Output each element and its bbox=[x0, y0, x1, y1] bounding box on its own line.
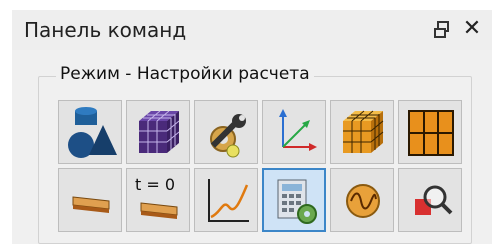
pin-icon[interactable] bbox=[432, 19, 454, 41]
coordinate-system-button[interactable] bbox=[262, 100, 326, 164]
sine-wave-icon bbox=[346, 184, 380, 218]
graph-curve-icon bbox=[208, 179, 249, 222]
geometry-shapes-icon bbox=[68, 107, 117, 158]
close-icon[interactable]: ✕ bbox=[460, 16, 484, 42]
panel-title: Панель команд bbox=[24, 18, 187, 42]
hex-mesh-button[interactable] bbox=[330, 100, 394, 164]
calculator-gear-icon bbox=[277, 179, 317, 224]
zoom-inspect-button[interactable] bbox=[398, 168, 462, 232]
calculation-settings-button[interactable] bbox=[262, 168, 326, 232]
group-label: Режим - Настройки расчета bbox=[56, 64, 314, 84]
graph-button[interactable] bbox=[194, 168, 258, 232]
mesh-cube-button[interactable] bbox=[126, 100, 190, 164]
purple-mesh-cube-icon bbox=[139, 110, 180, 153]
geometry-button[interactable] bbox=[58, 100, 122, 164]
orange-mesh-cube-icon bbox=[343, 110, 384, 153]
beam-t0-icon bbox=[140, 202, 178, 219]
tools-settings-button[interactable] bbox=[194, 100, 258, 164]
orange-grid-icon bbox=[408, 110, 454, 156]
panel-title-bar: Панель команд ✕ bbox=[12, 10, 492, 50]
signal-button[interactable] bbox=[330, 168, 394, 232]
wrench-gear-icon bbox=[210, 114, 246, 158]
grid-plane-button[interactable] bbox=[398, 100, 462, 164]
beam-element-button[interactable] bbox=[58, 168, 122, 232]
xyz-axes-icon bbox=[279, 109, 317, 151]
command-panel-window: Панель команд ✕ Режим - Настройки расчет… bbox=[0, 0, 492, 244]
magnifier-icon bbox=[415, 185, 453, 215]
beam-icon bbox=[72, 196, 110, 213]
initial-condition-button[interactable]: t = 0 bbox=[126, 168, 190, 232]
